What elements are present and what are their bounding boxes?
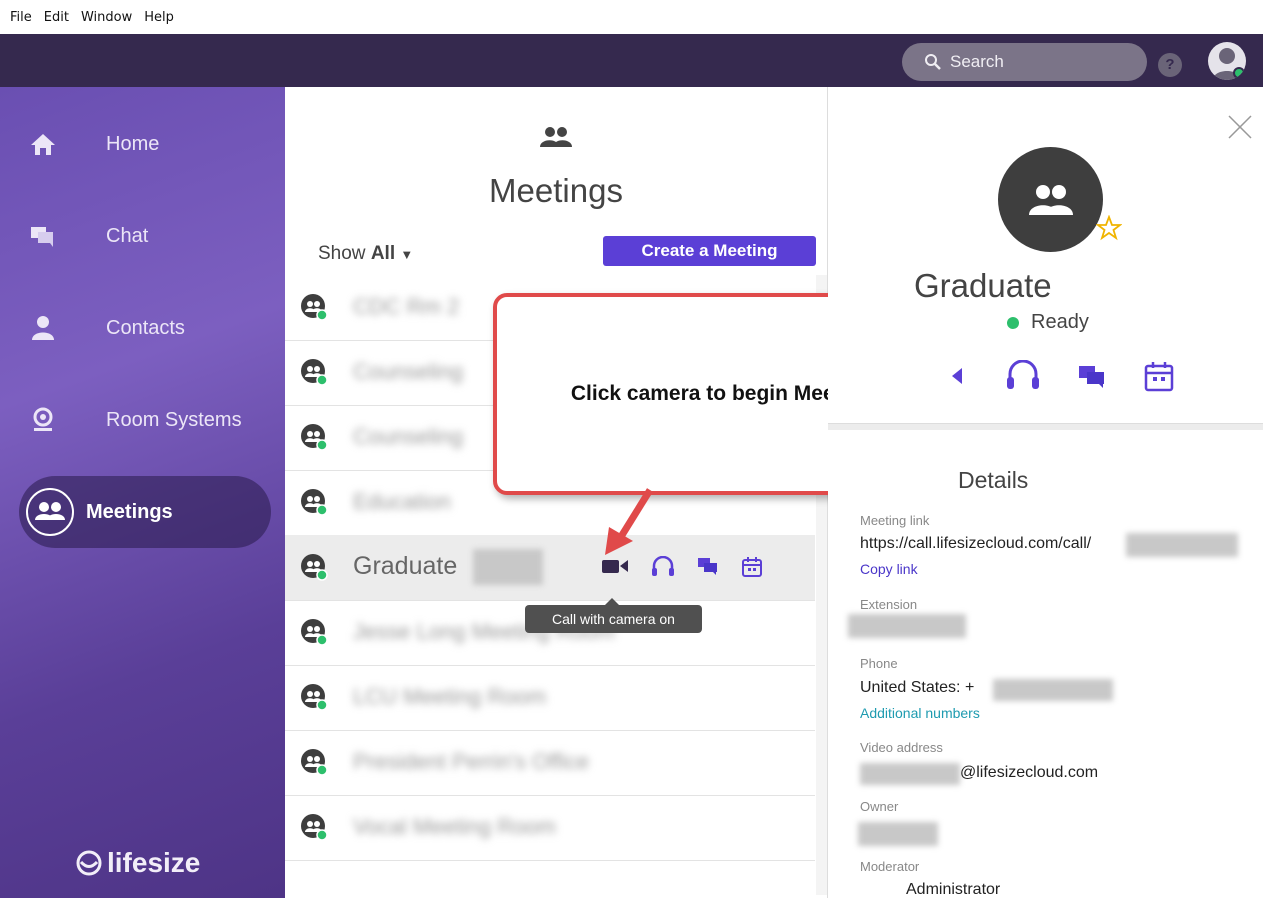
meeting-name: CDC Rm 2 bbox=[353, 294, 460, 319]
divider bbox=[828, 423, 1263, 430]
video-camera-icon[interactable] bbox=[601, 556, 629, 583]
group-avatar-icon bbox=[300, 488, 328, 521]
chevron-down-icon: ▼ bbox=[400, 247, 414, 262]
meeting-link-label: Meeting link bbox=[860, 513, 930, 528]
redacted-text bbox=[858, 822, 938, 846]
moderator-value: Administrator bbox=[906, 881, 1001, 898]
video-address-value: @lifesizecloud.com bbox=[960, 764, 1099, 781]
video-address-label: Video address bbox=[860, 740, 943, 755]
menu-edit[interactable]: Edit bbox=[44, 10, 69, 25]
favorite-star-icon[interactable] bbox=[1095, 214, 1123, 246]
redacted-text bbox=[993, 679, 1113, 701]
group-avatar-icon bbox=[300, 293, 328, 326]
arrow-icon bbox=[605, 488, 653, 555]
meeting-name: Graduate bbox=[353, 552, 458, 580]
sidebar-item-label: Room Systems bbox=[106, 408, 242, 431]
lifesize-logo: lifesize bbox=[75, 847, 200, 879]
tooltip: Call with camera on bbox=[525, 598, 702, 633]
copy-link[interactable]: Copy link bbox=[860, 561, 918, 577]
phone-value: United States: + bbox=[860, 679, 975, 696]
help-icon[interactable]: ? bbox=[1158, 53, 1182, 77]
meeting-name: Education bbox=[353, 489, 451, 514]
person-icon bbox=[30, 315, 90, 341]
list-item[interactable]: President Perrin's Office bbox=[285, 730, 815, 796]
phone-label: Phone bbox=[860, 656, 898, 671]
group-avatar-icon bbox=[300, 748, 328, 781]
meeting-details-panel: Graduate Ready Details Meeting link http… bbox=[828, 87, 1263, 898]
headset-icon[interactable] bbox=[651, 555, 675, 583]
sidebar-item-label: Meetings bbox=[86, 500, 173, 523]
user-avatar[interactable] bbox=[1208, 42, 1246, 80]
sidebar-item-label: Contacts bbox=[106, 316, 185, 339]
meeting-link-value: https://call.lifesizecloud.com/call/ bbox=[860, 535, 1092, 552]
group-icon bbox=[24, 486, 84, 538]
sidebar-item-home[interactable]: Home bbox=[0, 108, 285, 180]
moderator-label: Moderator bbox=[860, 859, 920, 874]
menu-window[interactable]: Window bbox=[81, 10, 132, 25]
calendar-icon[interactable] bbox=[741, 556, 763, 583]
sidebar-item-label: Chat bbox=[106, 224, 149, 247]
sidebar: Home Chat Contacts Room Systems Meetings… bbox=[0, 87, 285, 898]
menu-file[interactable]: File bbox=[10, 10, 32, 25]
create-meeting-button[interactable]: Create a Meeting bbox=[603, 236, 816, 266]
meeting-name: President Perrin's Office bbox=[353, 749, 590, 774]
calendar-icon[interactable] bbox=[1144, 360, 1174, 397]
meeting-name: LCU Meeting Room bbox=[353, 684, 547, 709]
row-actions bbox=[601, 555, 763, 583]
list-item-selected[interactable]: Graduate bbox=[285, 535, 815, 601]
show-filter-dropdown[interactable]: Show All ▼ bbox=[318, 243, 413, 265]
list-item[interactable]: LCU Meeting Room bbox=[285, 665, 815, 731]
search-icon bbox=[924, 53, 942, 71]
show-value: All bbox=[370, 243, 396, 264]
meeting-name: Counseling bbox=[353, 359, 464, 384]
details-heading: Details bbox=[958, 467, 1029, 493]
chat-icon[interactable] bbox=[697, 556, 719, 583]
redacted-text bbox=[473, 549, 543, 585]
group-avatar-icon bbox=[300, 358, 328, 391]
video-camera-icon[interactable] bbox=[948, 364, 968, 393]
meeting-name: Counseling bbox=[353, 424, 464, 449]
detail-actions bbox=[948, 359, 1174, 397]
status-text: Ready bbox=[1031, 311, 1089, 333]
status-badge: Ready bbox=[1007, 311, 1089, 334]
group-avatar-icon bbox=[300, 813, 328, 846]
chat-icon[interactable] bbox=[1078, 363, 1106, 394]
redacted-text bbox=[848, 614, 966, 638]
meeting-name: Vocal Meeting Room bbox=[353, 814, 556, 839]
sidebar-item-label: Home bbox=[106, 132, 160, 155]
extension-label: Extension bbox=[860, 597, 918, 612]
group-icon bbox=[539, 125, 573, 154]
menu-help[interactable]: Help bbox=[144, 10, 174, 25]
headset-icon[interactable] bbox=[1006, 359, 1040, 397]
group-avatar-icon bbox=[300, 553, 328, 586]
show-prefix: Show bbox=[318, 243, 371, 264]
redacted-text bbox=[860, 763, 960, 785]
owner-label: Owner bbox=[860, 799, 899, 814]
close-icon[interactable] bbox=[1227, 114, 1253, 145]
top-bar: Search ? bbox=[0, 34, 1263, 87]
menu-bar: File Edit Window Help bbox=[0, 0, 1263, 34]
group-avatar-icon bbox=[300, 618, 328, 651]
sidebar-item-meetings[interactable]: Meetings bbox=[19, 476, 271, 548]
page-title: Meetings bbox=[489, 172, 623, 209]
group-avatar-icon bbox=[300, 683, 328, 716]
sidebar-item-contacts[interactable]: Contacts bbox=[0, 292, 285, 364]
chat-icon bbox=[30, 224, 90, 248]
list-item[interactable]: Vocal Meeting Room bbox=[285, 795, 815, 861]
webcam-icon bbox=[30, 407, 90, 433]
group-avatar-icon bbox=[300, 423, 328, 456]
meeting-title: Graduate bbox=[914, 267, 1052, 304]
sidebar-item-meetings-inner: Meetings bbox=[0, 476, 252, 548]
sidebar-item-room-systems[interactable]: Room Systems bbox=[0, 384, 285, 456]
home-icon bbox=[30, 132, 90, 156]
additional-numbers-link[interactable]: Additional numbers bbox=[860, 705, 980, 721]
redacted-text bbox=[1126, 533, 1238, 557]
search-input[interactable]: Search bbox=[902, 43, 1147, 81]
status-dot bbox=[1007, 316, 1019, 329]
logo-text: lifesize bbox=[107, 847, 201, 878]
sidebar-item-chat[interactable]: Chat bbox=[0, 200, 285, 272]
group-avatar-large-icon bbox=[998, 147, 1103, 252]
search-placeholder: Search bbox=[950, 52, 1004, 71]
